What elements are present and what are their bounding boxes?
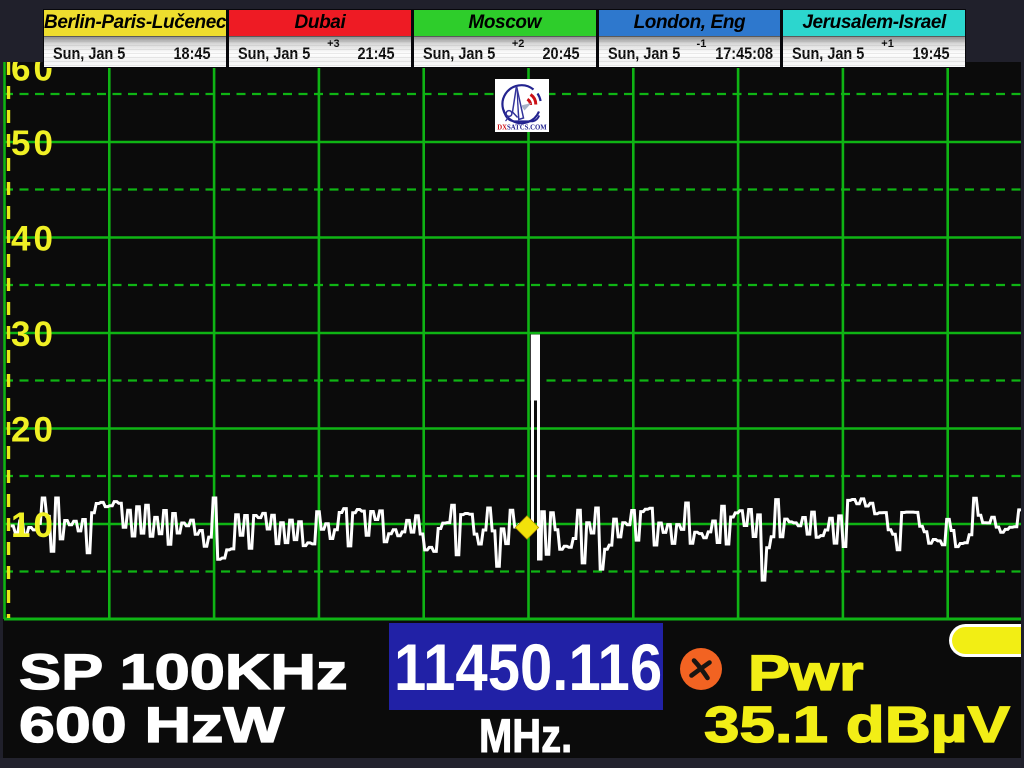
svg-text:DXSATCS.COM: DXSATCS.COM: [497, 123, 547, 132]
svg-text:20: 20: [11, 411, 56, 450]
svg-text:50: 50: [11, 124, 56, 163]
svg-text:40: 40: [11, 220, 56, 259]
svg-text:30: 30: [11, 315, 56, 354]
svg-text:10: 10: [11, 506, 56, 545]
